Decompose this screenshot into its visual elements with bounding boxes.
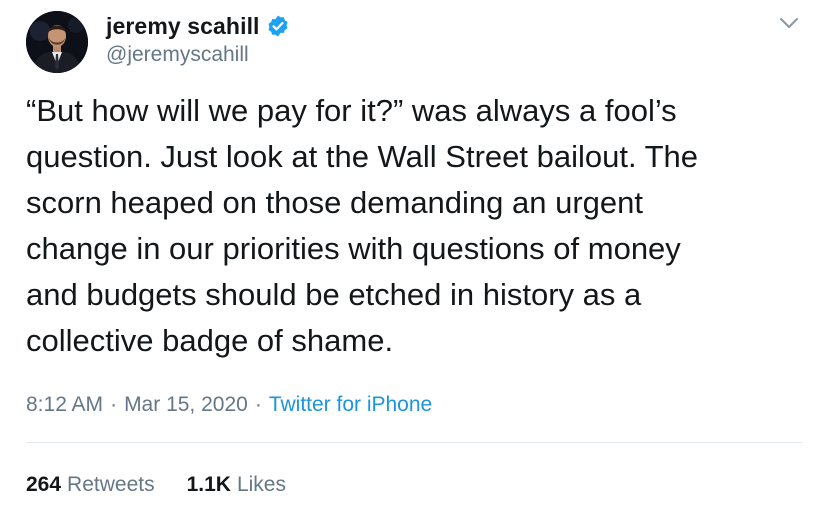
tweet-source-link[interactable]: Twitter for iPhone — [269, 393, 432, 416]
tweet-time[interactable]: 8:12 AM — [26, 393, 103, 416]
verified-badge-icon — [266, 14, 290, 38]
likes-label: Likes — [236, 473, 286, 496]
tweet-card: jeremy scahill @jeremyscahill “But how w… — [0, 0, 828, 519]
tweet-meta: 8:12 AM · Mar 15, 2020 · Twitter for iPhone — [26, 391, 432, 419]
tweet-text: “But how will we pay for it?” was always… — [26, 93, 699, 358]
retweets-stat[interactable]: 264 Retweets — [26, 471, 155, 499]
likes-stat[interactable]: 1.1K Likes — [187, 471, 286, 499]
author-avatar[interactable] — [26, 11, 88, 73]
chevron-down-icon[interactable] — [776, 10, 802, 36]
author-handle[interactable]: @jeremyscahill — [106, 43, 290, 67]
tweet-stats: 264 Retweets 1.1K Likes — [26, 471, 286, 499]
display-name[interactable]: jeremy scahill — [106, 13, 260, 40]
author-info: jeremy scahill @jeremyscahill — [106, 11, 290, 67]
display-name-row: jeremy scahill — [106, 11, 290, 41]
likes-count: 1.1K — [186, 473, 231, 496]
retweets-count: 264 — [26, 473, 62, 496]
meta-separator: · — [110, 393, 118, 416]
meta-separator: · — [254, 393, 262, 416]
retweets-label: Retweets — [67, 473, 155, 496]
tweet-date[interactable]: Mar 15, 2020 — [124, 393, 248, 416]
divider — [26, 442, 802, 443]
profile-photo — [26, 11, 88, 73]
